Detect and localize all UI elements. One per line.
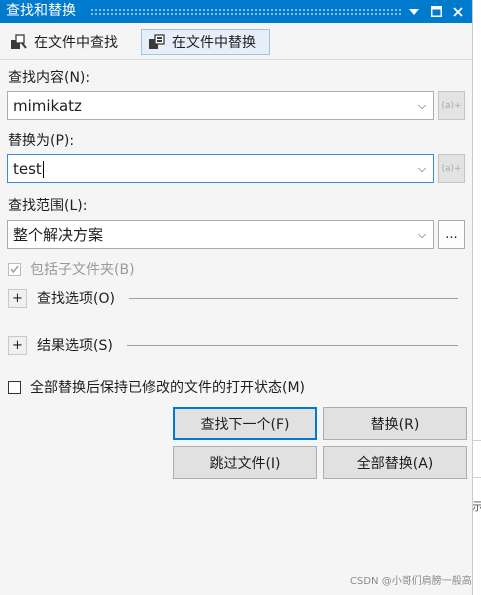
strip-text-fragment: 示: [472, 500, 481, 513]
expand-find-options-button[interactable]: +: [8, 288, 27, 308]
title-grip[interactable]: [90, 8, 402, 16]
chevron-down-icon[interactable]: ⌵: [411, 99, 433, 113]
background-editor-strip: 示: [472, 0, 481, 595]
tab-label: 在文件中查找: [34, 35, 118, 51]
replace-with-label: 替换为(P):: [8, 133, 75, 149]
regex-builder-icon: (a)+: [441, 163, 462, 174]
text-caret: [42, 160, 44, 178]
strip-divider: [472, 477, 481, 478]
window-title: 查找和替换: [6, 3, 76, 19]
checkmark-icon: [10, 265, 19, 273]
tab-replace-in-files[interactable]: 在文件中替换: [141, 29, 270, 55]
section-divider: [126, 344, 458, 346]
find-options-label: 查找选项(O): [37, 291, 115, 307]
close-button[interactable]: [448, 2, 467, 21]
look-in-label: 查找范围(L):: [8, 198, 88, 214]
checkbox-box[interactable]: [8, 380, 21, 394]
look-in-combobox[interactable]: 整个解决方案 ⌵: [7, 220, 434, 249]
replace-in-files-icon: [148, 34, 166, 50]
find-what-label: 查找内容(N):: [8, 70, 91, 86]
tab-find-in-files[interactable]: 在文件中查找: [4, 29, 132, 55]
find-in-files-icon: [10, 34, 28, 50]
find-replace-window: 查找和替换 在文件中查找 在文件中替换 查找内容(N): mimikatz ⌵: [0, 0, 473, 595]
expand-result-options-button[interactable]: +: [8, 335, 27, 355]
keep-modified-open-checkbox[interactable]: 全部替换后保持已修改的文件的打开状态(M): [8, 377, 305, 397]
regex-builder-icon: (a)+: [441, 100, 462, 111]
keep-modified-open-label: 全部替换后保持已修改的文件的打开状态(M): [30, 380, 306, 396]
checkbox-box[interactable]: [8, 262, 21, 276]
chevron-down-icon[interactable]: ⌵: [411, 228, 433, 242]
chevron-down-icon[interactable]: ⌵: [411, 162, 433, 176]
find-expression-builder-button[interactable]: (a)+: [438, 91, 465, 120]
mode-tabs: 在文件中查找 在文件中替换: [0, 25, 472, 60]
title-bar[interactable]: 查找和替换: [0, 0, 472, 23]
section-divider: [128, 297, 458, 299]
result-options-section: + 结果选项(S): [8, 334, 458, 356]
replace-with-combobox[interactable]: test ⌵: [7, 154, 434, 183]
strip-divider: [472, 440, 481, 441]
result-options-label: 结果选项(S): [37, 338, 113, 354]
find-what-combobox[interactable]: mimikatz ⌵: [7, 91, 434, 120]
include-subfolders-checkbox[interactable]: 包括子文件夹(B): [8, 259, 135, 279]
chevron-down-icon: [408, 8, 419, 15]
maximize-icon: [431, 6, 442, 17]
replace-expression-builder-button[interactable]: (a)+: [438, 154, 465, 183]
close-icon: [452, 6, 463, 17]
include-subfolders-label: 包括子文件夹(B): [30, 262, 135, 278]
find-what-value[interactable]: mimikatz: [8, 97, 411, 115]
maximize-button[interactable]: [427, 2, 446, 21]
skip-file-button[interactable]: 跳过文件(I): [173, 446, 317, 479]
watermark-text: CSDN @小哥们肩膀一般高: [350, 576, 472, 587]
look-in-value[interactable]: 整个解决方案: [8, 224, 411, 245]
replace-button[interactable]: 替换(R): [323, 407, 467, 440]
window-dropdown-button[interactable]: [404, 2, 423, 21]
find-next-button[interactable]: 查找下一个(F): [173, 407, 317, 440]
replace-with-value[interactable]: test: [8, 160, 411, 178]
replace-all-button[interactable]: 全部替换(A): [323, 446, 467, 479]
browse-folders-button[interactable]: ...: [438, 220, 465, 249]
tab-label: 在文件中替换: [172, 35, 256, 51]
find-options-section: + 查找选项(O): [8, 287, 458, 309]
